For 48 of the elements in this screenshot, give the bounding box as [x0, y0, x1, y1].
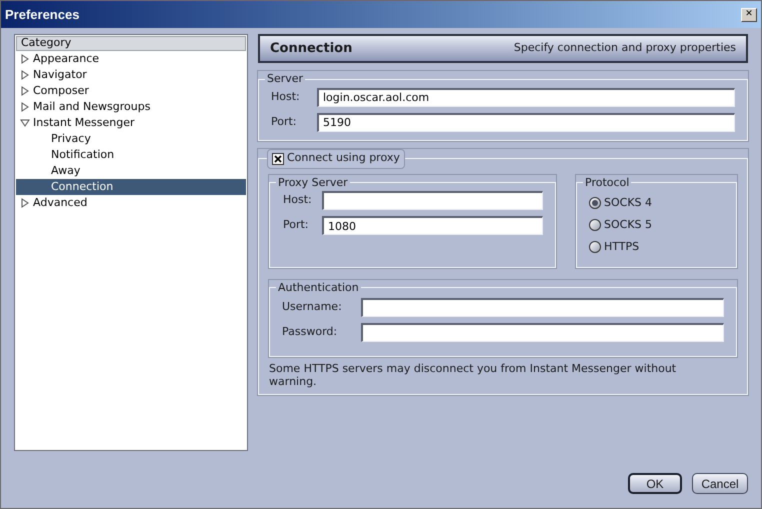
group-label: Authentication: [277, 280, 360, 296]
radio-button[interactable]: [589, 197, 601, 209]
triangle-right-icon[interactable]: [20, 102, 30, 112]
tree-item[interactable]: Instant Messenger: [16, 115, 246, 131]
input-field[interactable]: 5190: [317, 112, 735, 132]
checkbox[interactable]: [272, 152, 284, 164]
input-field[interactable]: 1080: [322, 216, 543, 235]
radio-option[interactable]: SOCKS 5: [589, 217, 724, 233]
triangle-right-icon[interactable]: [20, 54, 30, 64]
window-title: Preferences: [5, 6, 80, 24]
group-label: Proxy Server: [277, 174, 349, 190]
field-label: Port:: [271, 114, 298, 130]
input-field[interactable]: [361, 323, 724, 342]
tree-header: Category: [16, 36, 246, 51]
dialog-button[interactable]: OK: [628, 473, 682, 494]
group-label: Server: [266, 71, 304, 87]
radio-button[interactable]: [589, 241, 601, 253]
page-title: Connection: [270, 40, 352, 58]
triangle-right-icon[interactable]: [20, 70, 30, 80]
field-label: Host:: [283, 192, 313, 208]
tree-item[interactable]: Away: [16, 163, 246, 179]
warning-note: Some HTTPS servers may disconnect you from Instant Messenger without warning.: [269, 362, 678, 388]
radio-option[interactable]: HTTPS: [589, 239, 724, 255]
input-field[interactable]: login.oscar.aol.com: [317, 88, 735, 106]
radio-button[interactable]: [589, 219, 601, 231]
tree-item[interactable]: Mail and Newsgroups: [16, 99, 246, 115]
input-field[interactable]: [322, 191, 543, 210]
tree-item[interactable]: Appearance: [16, 51, 246, 67]
input-field[interactable]: [361, 298, 724, 317]
close-button[interactable]: ✕: [741, 8, 757, 22]
tree-item[interactable]: Privacy: [16, 131, 246, 147]
proxy-checkbox[interactable]: Connect using proxy: [267, 148, 405, 168]
field-label: Username:: [282, 299, 343, 316]
dialog-button[interactable]: Cancel: [692, 473, 748, 494]
tree-item[interactable]: Notification: [16, 147, 246, 163]
group-label: Protocol: [584, 174, 630, 190]
triangle-down-icon[interactable]: [20, 118, 30, 128]
page-subtitle: Specify connection and proxy properties: [514, 40, 736, 56]
field-label: Host:: [271, 88, 301, 105]
tree-item[interactable]: Advanced: [16, 195, 246, 211]
field-label: Port:: [283, 217, 310, 234]
triangle-right-icon[interactable]: [20, 198, 30, 208]
radio-option[interactable]: SOCKS 4: [589, 195, 724, 211]
field-label: Password:: [282, 324, 338, 340]
tree-item[interactable]: Connection: [16, 179, 246, 195]
triangle-right-icon[interactable]: [20, 86, 30, 96]
tree-item[interactable]: Navigator: [16, 67, 246, 83]
tree-item[interactable]: Composer: [16, 83, 246, 99]
